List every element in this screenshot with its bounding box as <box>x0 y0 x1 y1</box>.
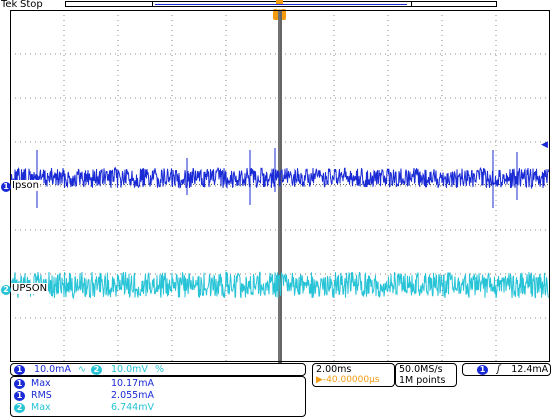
measurement-name: Max <box>31 378 51 389</box>
measurement-row: 2 Max 6.744mV <box>14 402 154 413</box>
trigger-slope-icon: ʃ <box>497 364 501 375</box>
acquisition-panel[interactable]: 50.0MS/s 1M points <box>395 363 457 387</box>
measurement-value: 2.055mA <box>111 390 154 401</box>
measurement-channel-badge: 1 <box>14 390 25 401</box>
ch2-bw-limit-icon: % <box>154 364 164 375</box>
measurement-row: 1 Max 10.17mA <box>14 378 154 389</box>
measurement-value: 6.744mV <box>111 402 154 413</box>
measurement-name: RMS <box>31 390 52 401</box>
measurement-row: 1 RMS 2.055mA <box>14 390 154 401</box>
ch2-label: UPSON <box>11 283 49 294</box>
ch1-label: Ipson <box>11 180 40 191</box>
horizontal-scale: 2.00ms <box>316 364 352 375</box>
measurement-name: Max <box>31 402 51 413</box>
trigger-source-badge: 1 <box>477 364 488 375</box>
ch2-coupling-icon: ∿ <box>77 364 86 375</box>
ch1-scale: 10.0mA <box>34 364 71 375</box>
measurement-value: 10.17mA <box>111 378 154 389</box>
sample-rate: 50.0MS/s <box>399 364 443 375</box>
measurement-channel-badge: 1 <box>14 378 25 389</box>
ch1-badge: 1 <box>14 364 25 375</box>
ch1-ground-marker[interactable]: 1 <box>1 182 11 192</box>
ch2-ground-marker[interactable]: 2 <box>1 285 11 295</box>
trigger-level-arrow-icon[interactable]: ◀ <box>541 140 548 150</box>
horizontal-position: ▶-40.00000μs <box>316 375 380 385</box>
ch2-badge: 2 <box>90 364 102 375</box>
record-length: 1M points <box>399 375 446 386</box>
measurement-channel-badge: 2 <box>14 402 25 413</box>
measurements-panel[interactable]: 1 Max 10.17mA 1 RMS 2.055mA 2 Max 6.744m… <box>10 376 306 417</box>
trigger-panel[interactable]: 1 ʃ 12.4mA <box>462 363 551 376</box>
channel-settings-panel[interactable]: 1 10.0mA ∿ 2 10.0mV % <box>10 363 306 376</box>
trigger-level: 12.4mA <box>511 364 549 375</box>
timebase-panel[interactable]: 2.00ms ▶-40.00000μs <box>312 363 395 387</box>
ch2-scale: 10.0mV <box>111 364 148 375</box>
graticule-frame <box>10 10 550 362</box>
